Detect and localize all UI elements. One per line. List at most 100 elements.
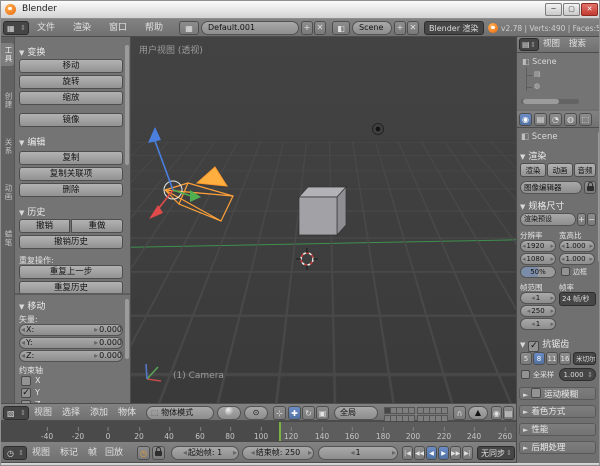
frame-start-field[interactable]: 起始帧: 1	[171, 446, 239, 460]
screen-layout-field[interactable]: Default.001	[201, 21, 299, 35]
panel-title-edit[interactable]: 编辑	[27, 138, 45, 148]
shading-select[interactable]	[217, 406, 241, 420]
render-preset-select[interactable]: 渲染预设	[520, 213, 576, 226]
outliner-search-menu[interactable]: 搜索	[569, 35, 586, 53]
panel-title-transform[interactable]: 变换	[27, 48, 45, 58]
menu-file[interactable]: 文件	[37, 19, 55, 37]
tab-render[interactable]: ◉	[519, 113, 532, 126]
scale-button[interactable]: 缩放	[19, 91, 123, 105]
aspect-y-field[interactable]: 1.000	[559, 253, 595, 265]
menu-help[interactable]: 帮助	[145, 19, 163, 37]
aa-sample-5[interactable]: 5	[520, 352, 532, 365]
lamp-object[interactable]	[373, 124, 384, 135]
editor-type-outliner-button[interactable]: ▤	[519, 38, 539, 51]
preset-add-button[interactable]: +	[577, 213, 586, 226]
screen-browse-icon[interactable]: ▦	[179, 21, 199, 35]
repeat-last-button[interactable]: 重复上一步	[19, 265, 123, 279]
frame-end-field[interactable]: 结束帧: 250	[242, 446, 314, 460]
render-audio-button[interactable]: 音频	[574, 163, 596, 177]
vector-z-field[interactable]: Z:0.000	[19, 350, 123, 362]
shelf-tab-animation[interactable]: 动画	[1, 181, 14, 204]
tab-scene[interactable]: ◔	[549, 113, 562, 126]
pivot-select[interactable]: ⊙	[244, 406, 268, 420]
orientation-select[interactable]: 全局	[334, 406, 378, 420]
scene-browse-icon[interactable]: ◧	[332, 21, 350, 35]
motion-blur-checkbox[interactable]	[531, 388, 541, 398]
outliner-hscroll-thumb[interactable]	[523, 99, 559, 104]
layers-widget-a[interactable]	[384, 407, 413, 422]
render-button[interactable]: 渲染	[520, 163, 546, 177]
tab-world[interactable]: ◍	[564, 113, 577, 126]
timeline-marker-menu[interactable]: 标记	[60, 444, 78, 462]
manipulator-translate-button[interactable]: ✚	[288, 406, 301, 420]
mirror-button[interactable]: 镜像	[19, 113, 123, 127]
mode-select[interactable]: ⬚ 物体模式	[146, 406, 214, 420]
select-menu[interactable]: 选择	[62, 404, 80, 422]
add-screen-button[interactable]: +	[301, 21, 313, 35]
undo-history-button[interactable]: 撤销历史	[19, 235, 123, 249]
snap-element-select[interactable]: ▲	[468, 406, 488, 420]
delete-screen-button[interactable]: ✕	[314, 21, 326, 35]
menu-window[interactable]: 窗口	[109, 19, 127, 37]
next-keyframe-button[interactable]: ▶▶	[450, 446, 461, 460]
tab-object[interactable]: ⬚	[579, 113, 592, 126]
camera-object[interactable]	[165, 167, 233, 221]
duplicate-linked-button[interactable]: 复制关联项	[19, 167, 123, 181]
manipulator-toggle[interactable]: ⊹	[273, 406, 286, 420]
redo-button[interactable]: 重做	[71, 219, 123, 233]
panel-title-history[interactable]: 历史	[27, 208, 45, 218]
frame-step-field[interactable]: 1	[520, 318, 556, 330]
current-frame-field[interactable]: 1	[318, 446, 398, 460]
add-menu[interactable]: 添加	[90, 404, 108, 422]
timeline-view-menu[interactable]: 视图	[32, 444, 50, 462]
timeline-ruler[interactable]: -40 -20 0 20 40 60 80 100 120 140 160 18…	[1, 432, 516, 441]
cube-object[interactable]	[299, 187, 346, 235]
aa-sample-11[interactable]: 11	[546, 352, 558, 365]
outliner-item-icon[interactable]: ◍	[534, 82, 540, 90]
res-y-field[interactable]: 1080	[520, 253, 556, 265]
outliner-view-menu[interactable]: 视图	[543, 35, 560, 53]
shelf-tab-tools[interactable]: 工具	[1, 43, 14, 66]
tab-render-layers[interactable]: ▤	[534, 113, 547, 126]
object-menu[interactable]: 物体	[118, 404, 136, 422]
view-menu[interactable]: 视图	[34, 404, 52, 422]
render-panel-title[interactable]: 渲染	[528, 152, 546, 162]
tool-shelf-scrollbar[interactable]	[125, 45, 129, 165]
viewport-3d[interactable]: 用户视图 (透视) (1) Camera	[131, 37, 516, 403]
fps-select[interactable]: 24 帧/秒	[559, 292, 596, 306]
full-sample-checkbox[interactable]	[521, 370, 530, 379]
shading-panel-collapsed[interactable]: ►着色方式	[519, 405, 596, 418]
scene-name-field[interactable]: Scene	[352, 21, 392, 35]
maximize-button[interactable]: ▢	[563, 3, 580, 16]
dimensions-panel-title[interactable]: 规格尺寸	[528, 202, 564, 212]
post-processing-panel-collapsed[interactable]: ►后期处理	[519, 441, 596, 454]
axis-y-checkbox[interactable]: ✓	[21, 388, 31, 398]
motion-blur-panel-collapsed[interactable]: ► 运动模糊	[519, 387, 596, 400]
manipulator-scale-button[interactable]: ▣	[316, 406, 329, 420]
y-arrow-icon[interactable]	[190, 190, 201, 202]
translate-button[interactable]: 移动	[19, 59, 123, 73]
layers-widget-b[interactable]	[417, 407, 446, 422]
preset-remove-button[interactable]: −	[587, 213, 596, 226]
aa-size-field[interactable]: 1.000	[559, 368, 596, 381]
minimize-button[interactable]: ─	[545, 3, 562, 16]
timeline-playback-menu[interactable]: 回放	[105, 444, 123, 462]
outliner-item-icon[interactable]: ▤	[534, 70, 541, 78]
aa-checkbox[interactable]: ✓	[528, 341, 539, 352]
manipulator-rotate-button[interactable]: ↻	[302, 406, 315, 420]
lock-toggle[interactable]	[152, 446, 165, 460]
sync-mode-select[interactable]: 无同步	[477, 446, 515, 460]
editor-type-info-button[interactable]: ▦	[3, 21, 29, 35]
opengl-render-anim-button[interactable]: ▤	[503, 406, 514, 420]
delete-scene-button[interactable]: ✕	[407, 21, 419, 35]
shelf-tab-create[interactable]: 创建	[1, 89, 14, 112]
display-lock-button[interactable]	[584, 181, 596, 194]
jump-to-start-button[interactable]: |◀	[402, 446, 413, 460]
delete-button[interactable]: 删除	[19, 183, 123, 197]
prev-keyframe-button[interactable]: ◀◀	[414, 446, 425, 460]
res-x-field[interactable]: 1920	[520, 240, 556, 252]
outliner-item-scene[interactable]: ◧ Scene	[522, 57, 557, 66]
operator-panel-title[interactable]: 移动	[27, 302, 45, 312]
operator-panel-scrollbar[interactable]	[125, 299, 129, 359]
z-arrow-icon[interactable]	[148, 127, 161, 143]
